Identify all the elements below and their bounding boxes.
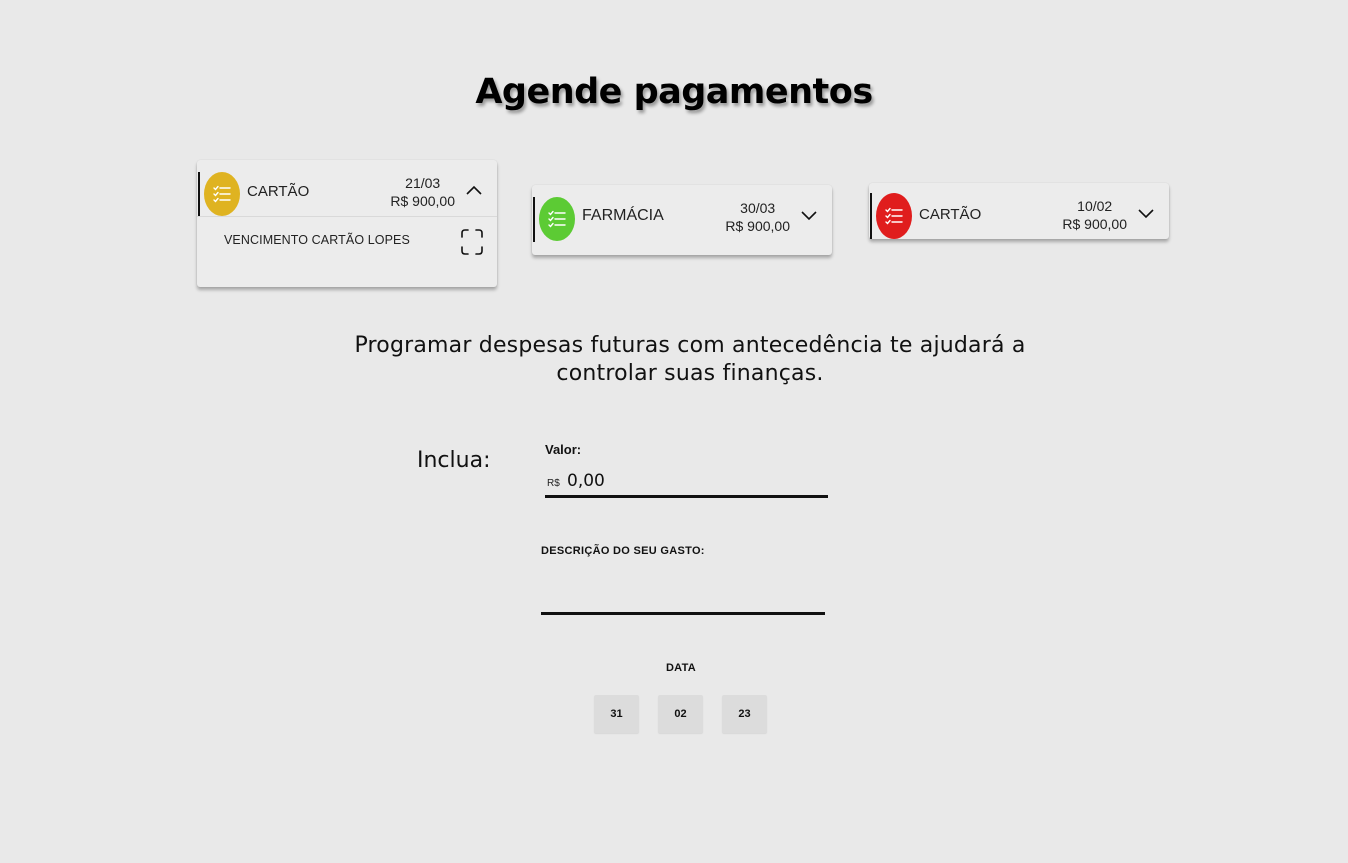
page: Agende pagamentos CARTÃO 21/03 R$ 900,00 — [0, 0, 1348, 863]
card-accent-bar — [198, 172, 200, 217]
valor-input[interactable] — [567, 468, 825, 494]
descricao-input[interactable] — [541, 575, 824, 609]
info-text: Programar despesas futuras com antecedên… — [354, 333, 1026, 386]
card-date: 21/03 — [405, 175, 441, 191]
card-header[interactable]: CARTÃO 21/03 R$ 900,00 — [197, 160, 497, 217]
currency-prefix: R$ — [547, 478, 560, 489]
valor-underline — [545, 495, 828, 498]
payment-card-cartao[interactable]: CARTÃO 10/02 R$ 900,00 — [869, 183, 1169, 239]
date-day-field[interactable]: 31 — [594, 695, 639, 733]
scan-icon[interactable] — [461, 229, 483, 255]
card-amount: R$ 900,00 — [1062, 216, 1127, 232]
card-accent-bar — [533, 197, 535, 242]
card-amount: R$ 900,00 — [390, 193, 455, 209]
inclua-label: Inclua: — [417, 448, 491, 473]
card-date-amount: 21/03 R$ 900,00 — [390, 174, 455, 210]
chevron-down-icon[interactable] — [1138, 207, 1154, 219]
date-month-field[interactable]: 02 — [658, 695, 703, 733]
card-amount: R$ 900,00 — [725, 218, 790, 234]
card-date-amount: 30/03 R$ 900,00 — [725, 199, 790, 235]
valor-label: Valor: — [545, 442, 582, 457]
card-label: FARMÁCIA — [582, 207, 664, 224]
card-date: 30/03 — [740, 200, 776, 216]
card-header[interactable]: CARTÃO 10/02 R$ 900,00 — [869, 183, 1169, 239]
payment-card-cartao-expanded[interactable]: CARTÃO 21/03 R$ 900,00 VENCIMENTO CARTÃO… — [197, 160, 497, 287]
card-description: VENCIMENTO CARTÃO LOPES — [224, 233, 410, 247]
checklist-icon — [204, 172, 240, 216]
date-year-field[interactable]: 23 — [722, 695, 767, 733]
card-label: CARTÃO — [919, 206, 982, 223]
data-label: DATA — [665, 662, 697, 674]
card-label: CARTÃO — [247, 183, 310, 200]
card-details: VENCIMENTO CARTÃO LOPES — [197, 216, 497, 287]
card-accent-bar — [870, 193, 872, 239]
payment-card-farmacia[interactable]: FARMÁCIA 30/03 R$ 900,00 — [532, 185, 832, 255]
card-date-amount: 10/02 R$ 900,00 — [1062, 197, 1127, 233]
card-date: 10/02 — [1077, 198, 1113, 214]
card-header[interactable]: FARMÁCIA 30/03 R$ 900,00 — [532, 185, 832, 242]
checklist-icon — [539, 197, 575, 241]
descricao-label: DESCRIÇÃO DO SEU GASTO: — [541, 545, 705, 557]
checklist-icon — [876, 193, 912, 239]
chevron-up-icon[interactable] — [466, 184, 482, 196]
chevron-down-icon[interactable] — [801, 209, 817, 221]
descricao-underline — [541, 612, 825, 615]
page-title: Agende pagamentos — [475, 72, 873, 112]
